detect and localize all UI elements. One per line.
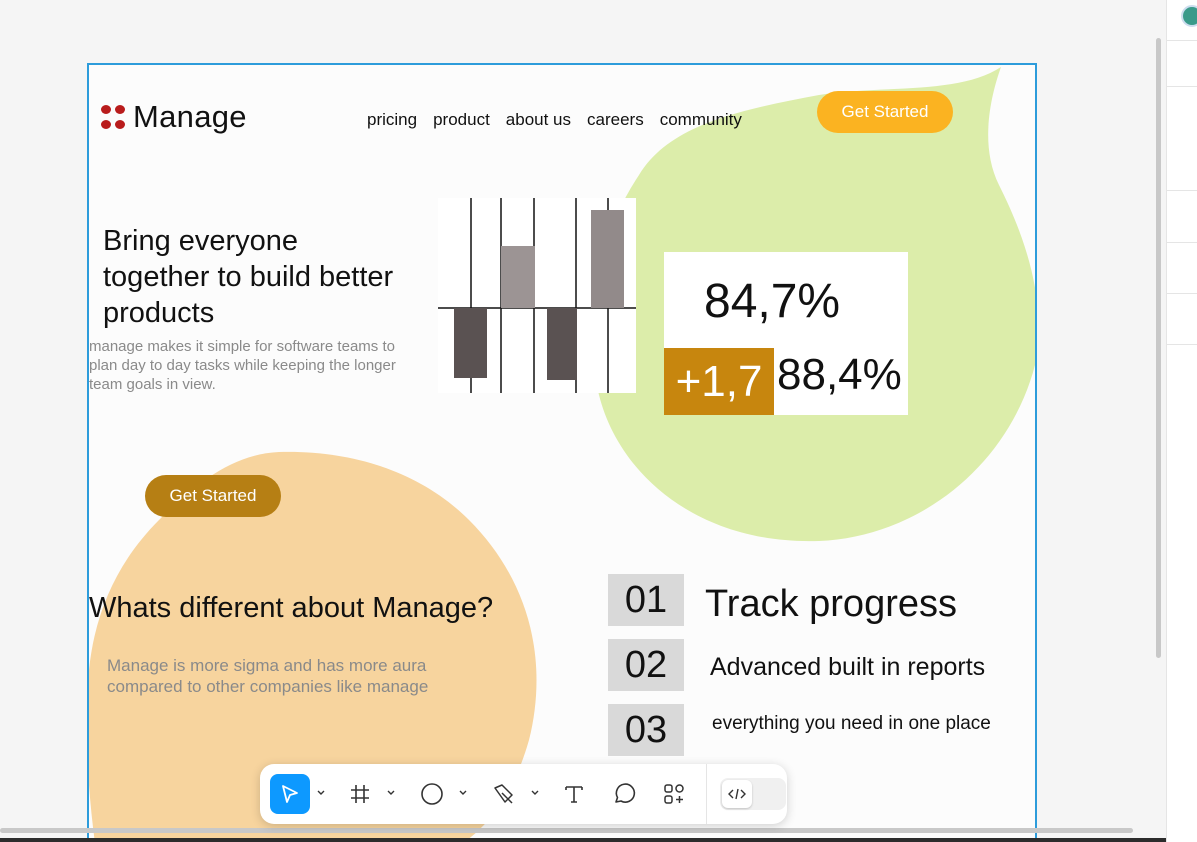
chevron-down-icon[interactable] (458, 788, 468, 798)
panel-divider (1167, 40, 1197, 41)
ellipse-icon (421, 783, 443, 805)
feature-text-1: Track progress (705, 583, 957, 625)
dev-mode-toggle[interactable] (720, 778, 786, 810)
chevron-down-icon[interactable] (316, 788, 326, 798)
section-text: Manage is more sigma and has more aura c… (107, 656, 429, 696)
logo[interactable]: Manage (101, 99, 247, 135)
stat-second-value: 88,4% (777, 350, 902, 399)
stats-card: 84,7% +1,7 88,4% (664, 252, 908, 415)
main-nav: pricing product about us careers communi… (367, 110, 742, 130)
bottom-toolbar (260, 764, 787, 824)
frame-icon (351, 785, 369, 803)
properties-panel (1166, 0, 1197, 842)
hero-title: Bring everyone together to build better … (103, 225, 394, 329)
landing-page-frame[interactable]: Manage pricing product about us careers … (87, 63, 1037, 842)
toolbar-divider (706, 764, 707, 824)
feature-number-1: 01 (608, 574, 684, 626)
panel-divider (1167, 86, 1197, 87)
comment-tool-button[interactable] (604, 774, 644, 814)
user-avatar[interactable] (1181, 5, 1197, 27)
ellipse-tool-button[interactable] (412, 774, 452, 814)
nav-item-careers[interactable]: careers (587, 110, 644, 130)
move-icon (282, 785, 298, 803)
get-started-nav-button[interactable]: Get Started (817, 91, 953, 133)
chevron-down-icon[interactable] (386, 788, 396, 798)
nav-item-pricing[interactable]: pricing (367, 110, 417, 130)
panel-divider (1167, 293, 1197, 294)
text-tool-button[interactable] (554, 774, 594, 814)
pen-tool-button[interactable] (484, 774, 524, 814)
stat-delta-badge: +1,7 (664, 348, 774, 415)
dev-mode-knob (722, 780, 752, 808)
panel-divider (1167, 190, 1197, 191)
panel-divider (1167, 344, 1197, 345)
pen-icon (494, 784, 513, 804)
feature-number-2: 02 (608, 639, 684, 691)
actions-icon (664, 784, 684, 804)
feature-text-3: everything you need in one place (712, 713, 991, 734)
chevron-down-icon[interactable] (530, 788, 540, 798)
move-tool-button[interactable] (270, 774, 310, 814)
panel-divider (1167, 242, 1197, 243)
feature-number-3: 03 (608, 704, 684, 756)
nav-item-community[interactable]: community (660, 110, 742, 130)
actions-tool-button[interactable] (654, 774, 694, 814)
dev-mode-icon (728, 788, 746, 800)
design-canvas[interactable]: Manage pricing product about us careers … (0, 0, 1166, 842)
nav-item-product[interactable]: product (433, 110, 490, 130)
comment-icon (615, 783, 636, 803)
candlestick-graphic (438, 198, 636, 393)
get-started-hero-button[interactable]: Get Started (145, 475, 281, 517)
stat-main-value: 84,7% (704, 275, 841, 328)
bottom-edge (0, 838, 1166, 842)
hero-subtitle: manage makes it simple for software team… (89, 338, 396, 393)
frame-tool-button[interactable] (340, 774, 380, 814)
horizontal-scrollbar[interactable] (0, 828, 1133, 833)
nav-item-about-us[interactable]: about us (506, 110, 571, 130)
text-icon (565, 786, 583, 803)
section-title: Whats different about Manage? (89, 592, 494, 624)
logo-icon (101, 105, 125, 129)
feature-text-2: Advanced built in reports (710, 653, 986, 681)
vertical-scrollbar[interactable] (1156, 38, 1161, 658)
brand-name: Manage (133, 99, 247, 134)
